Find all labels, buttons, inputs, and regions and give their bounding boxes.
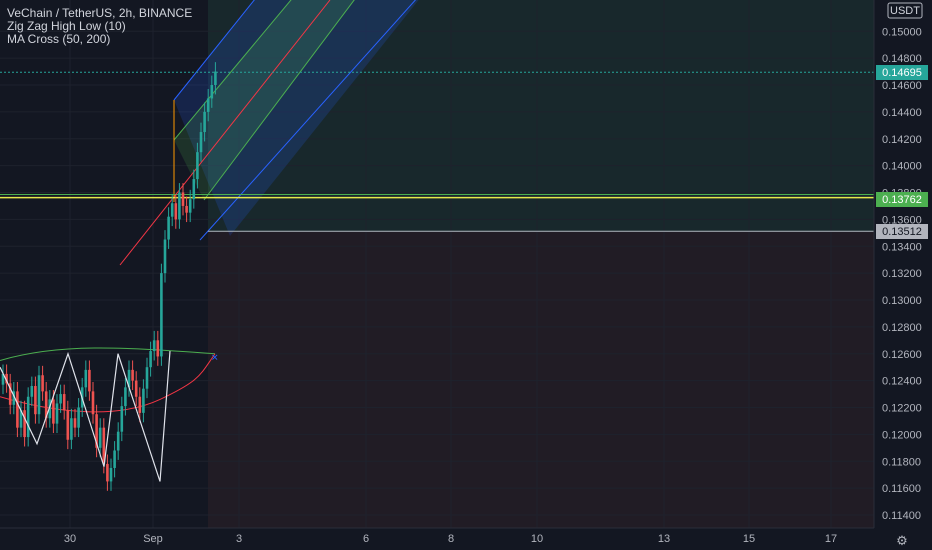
candle-body: [199, 132, 203, 153]
price-tick-label: 0.12000: [882, 429, 922, 441]
time-tick-label: 10: [531, 533, 543, 545]
price-tick-label: 0.15000: [882, 26, 922, 38]
candle-body: [206, 98, 210, 112]
candle-body: [52, 399, 55, 424]
candle-body: [210, 85, 214, 99]
chart-legend: VeChain / TetherUS, 2h, BINANCE Zig Zag …: [7, 7, 192, 46]
price-tick-label: 0.11800: [882, 456, 921, 468]
position-loss-zone: [208, 232, 874, 528]
candle-body: [113, 450, 116, 468]
price-tick-label: 0.14600: [882, 80, 922, 92]
candle-body: [149, 351, 152, 368]
time-tick-label: 13: [658, 533, 670, 545]
candle-body: [156, 340, 160, 357]
price-tick-label: 0.14000: [882, 161, 922, 173]
candle-body: [77, 407, 80, 428]
candle-body: [88, 369, 91, 392]
price-tick-label: 0.13400: [882, 241, 922, 253]
ma-cross-indicator-label[interactable]: MA Cross (50, 200): [7, 33, 192, 46]
price-tick-label: 0.12600: [882, 349, 922, 361]
candle-body: [30, 386, 34, 397]
price-tick-label: 0.14200: [882, 134, 922, 146]
candle-body: [142, 388, 145, 413]
candle-body: [185, 205, 188, 213]
candle-body: [124, 387, 127, 407]
price-tick-label: 0.13200: [882, 268, 922, 280]
candle-body: [55, 403, 59, 424]
candle-body: [214, 71, 217, 85]
candle-body: [167, 216, 170, 240]
line-price-value: 0.13762: [882, 194, 922, 206]
candle-body: [62, 394, 66, 411]
price-tick-label: 0.14800: [882, 53, 922, 65]
stop-price-value: 0.13512: [882, 226, 922, 238]
candle-body: [134, 380, 138, 397]
candle-body: [160, 273, 163, 357]
candle-body: [66, 410, 70, 440]
candle-body: [91, 391, 95, 415]
candle-body: [120, 406, 124, 432]
price-tick-label: 0.13000: [882, 295, 922, 307]
candle-body: [152, 340, 156, 352]
last-price-value: 0.14695: [882, 67, 922, 79]
time-tick-label: 17: [825, 533, 837, 545]
chart-root: ✕ 0.15000 0.14800 0.14600 0.14400 0.14200 0.1…: [0, 0, 932, 550]
candle-body: [34, 386, 37, 415]
candle-body: [84, 369, 88, 388]
time-axis-ticks: 30 Sep 3 6 8 10 13 15 17: [64, 533, 837, 545]
candle-body: [192, 179, 196, 200]
price-tick-label: 0.14400: [882, 107, 922, 119]
candle-body: [70, 418, 73, 440]
candle-body: [138, 396, 142, 413]
candle-body: [37, 375, 41, 415]
candle-body: [181, 192, 185, 206]
candle-body: [188, 199, 192, 213]
time-tick-label: 15: [743, 533, 755, 545]
price-tick-label: 0.11600: [882, 483, 921, 495]
candle-body: [98, 427, 102, 448]
price-tick-label: 0.11400: [882, 510, 921, 522]
candle-body: [131, 369, 134, 381]
candle-body: [170, 203, 174, 217]
candle-body: [109, 467, 113, 482]
currency-label: USDT: [890, 5, 920, 17]
candle-body: [163, 239, 167, 274]
candle-body: [196, 152, 199, 180]
candle-body: [174, 203, 178, 220]
candle-body: [203, 111, 206, 133]
price-tick-label: 0.12200: [882, 403, 922, 415]
chart-canvas[interactable]: ✕ 0.15000 0.14800 0.14600 0.14400 0.14200 0.1…: [0, 0, 932, 550]
ma-cross-marker-icon: ✕: [211, 353, 219, 363]
candle-body: [59, 394, 62, 404]
candle-body: [106, 463, 109, 482]
candle-body: [145, 367, 149, 389]
candle-body: [73, 418, 77, 428]
price-tick-label: 0.12800: [882, 322, 922, 334]
candle-body: [26, 396, 30, 438]
candle-body: [23, 410, 26, 438]
gear-icon[interactable]: ⚙: [896, 534, 908, 549]
time-tick-label: 8: [448, 533, 454, 545]
time-tick-label: 30: [64, 533, 76, 545]
price-tick-label: 0.12400: [882, 376, 922, 388]
time-tick-label: Sep: [143, 533, 163, 545]
candle-body: [41, 375, 44, 392]
time-tick-label: 6: [363, 533, 369, 545]
candle-body: [178, 192, 181, 220]
time-tick-label: 3: [236, 533, 242, 545]
candle-body: [116, 431, 120, 451]
candle-body: [16, 391, 19, 428]
